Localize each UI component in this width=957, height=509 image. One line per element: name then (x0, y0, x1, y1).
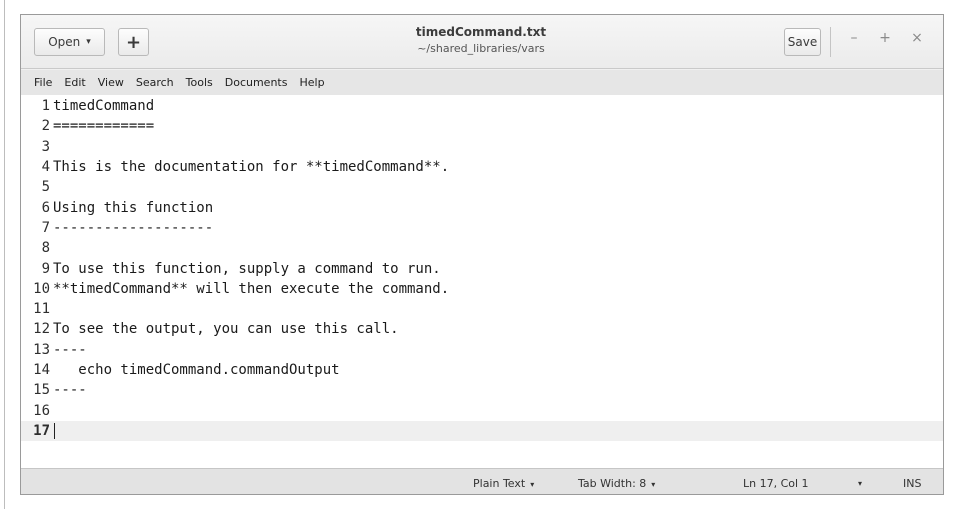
line-number: 6 (41, 199, 50, 216)
new-tab-button[interactable]: + (118, 28, 149, 56)
editor-line: 6 Using this function (21, 198, 943, 218)
text-cursor (54, 422, 55, 439)
editor-line: 9 To use this function, supply a command … (21, 258, 943, 278)
line-number: 9 (41, 260, 50, 277)
line-number: 16 (33, 402, 50, 419)
editor-line: 2 ============ (21, 116, 943, 136)
editor-line: 10 **timedCommand** will then execute the… (21, 279, 943, 299)
chevron-down-icon: ▾ (530, 480, 535, 489)
menu-documents[interactable]: Documents (225, 76, 288, 89)
title-block: timedCommand.txt ~/shared_libraries/vars (351, 24, 611, 56)
editor-line: 8 (21, 238, 943, 258)
line-number: 11 (33, 301, 50, 318)
editor-line: 3 (21, 137, 943, 157)
line-text: Using this function (53, 199, 214, 216)
line-text: echo timedCommand.commandOutput (53, 362, 340, 379)
tab-width-selector[interactable]: Tab Width: 8 ▾ (578, 477, 655, 490)
open-label: Open (48, 35, 81, 49)
text-editor-area[interactable]: 1 timedCommand 2 ============ 3 4 This is t… (21, 95, 943, 468)
close-icon[interactable]: × (909, 30, 925, 46)
line-number: 5 (41, 179, 50, 196)
minimize-icon[interactable]: – (846, 30, 862, 46)
line-text: ---- (53, 382, 87, 399)
editor-line: 5 (21, 177, 943, 197)
editor-line: 4 This is the documentation for **timedCo… (21, 157, 943, 177)
tab-width-label: Tab Width: 8 (578, 477, 647, 490)
editor-line: 1 timedCommand (21, 96, 943, 116)
menu-view[interactable]: View (98, 76, 124, 89)
menu-tools[interactable]: Tools (186, 76, 213, 89)
menu-search[interactable]: Search (136, 76, 174, 89)
line-text: ------------------- (53, 219, 214, 236)
header-separator (830, 27, 831, 57)
plus-icon: + (125, 31, 142, 53)
background-divider (4, 0, 5, 509)
line-number: 4 (41, 159, 50, 176)
window-subtitle: ~/shared_libraries/vars (417, 42, 545, 55)
language-label: Plain Text (473, 477, 526, 490)
editor-line: 12 To see the output, you can use this ca… (21, 319, 943, 339)
language-selector[interactable]: Plain Text ▾ (473, 477, 534, 490)
cursor-position[interactable]: Ln 17, Col 1 (743, 477, 809, 490)
editor-line: 14 echo timedCommand.commandOutput (21, 360, 943, 380)
editor-line: 15 ---- (21, 380, 943, 400)
line-text: This is the documentation for **timedCom… (53, 159, 450, 176)
current-editor-line: 17 (21, 420, 943, 442)
editor-line: 16 (21, 401, 943, 421)
line-text: ============ (53, 118, 155, 135)
line-number: 8 (41, 240, 50, 257)
line-number: 10 (33, 280, 50, 297)
menu-file[interactable]: File (34, 76, 52, 89)
line-text: To use this function, supply a command t… (53, 260, 441, 277)
chevron-down-icon: ▾ (86, 37, 91, 47)
line-number: 7 (41, 219, 50, 236)
line-number: 13 (33, 341, 50, 358)
line-text: To see the output, you can use this call… (53, 321, 399, 338)
editor-line: 7 ------------------- (21, 218, 943, 238)
open-button[interactable]: Open ▾ (34, 28, 105, 56)
editor-window: Open ▾ + timedCommand.txt ~/shared_libra… (20, 14, 944, 495)
line-text: ---- (53, 341, 87, 358)
line-text: **timedCommand** will then execute the c… (53, 280, 450, 297)
menu-edit[interactable]: Edit (64, 76, 85, 89)
insert-mode-indicator: INS (903, 477, 922, 490)
status-bar: Plain Text ▾ Tab Width: 8 ▾ Ln 17, Col 1 ▾… (21, 468, 943, 494)
line-number: 14 (33, 362, 50, 379)
chevron-down-icon: ▾ (651, 480, 656, 489)
header-bar: Open ▾ + timedCommand.txt ~/shared_libra… (21, 15, 943, 69)
editor-line: 11 (21, 299, 943, 319)
line-number: 1 (41, 98, 50, 115)
line-number: 17 (33, 422, 50, 439)
menu-bar: File Edit View Search Tools Documents He… (21, 70, 943, 95)
line-text: timedCommand (53, 98, 155, 115)
line-number: 15 (33, 382, 50, 399)
line-number: 12 (33, 321, 50, 338)
maximize-icon[interactable]: + (877, 30, 893, 46)
line-number: 2 (41, 118, 50, 135)
chevron-down-icon[interactable]: ▾ (858, 479, 862, 488)
window-title: timedCommand.txt (415, 25, 547, 39)
line-number: 3 (41, 138, 50, 155)
save-button[interactable]: Save (784, 28, 821, 56)
menu-help[interactable]: Help (299, 76, 324, 89)
editor-line: 13 ---- (21, 340, 943, 360)
